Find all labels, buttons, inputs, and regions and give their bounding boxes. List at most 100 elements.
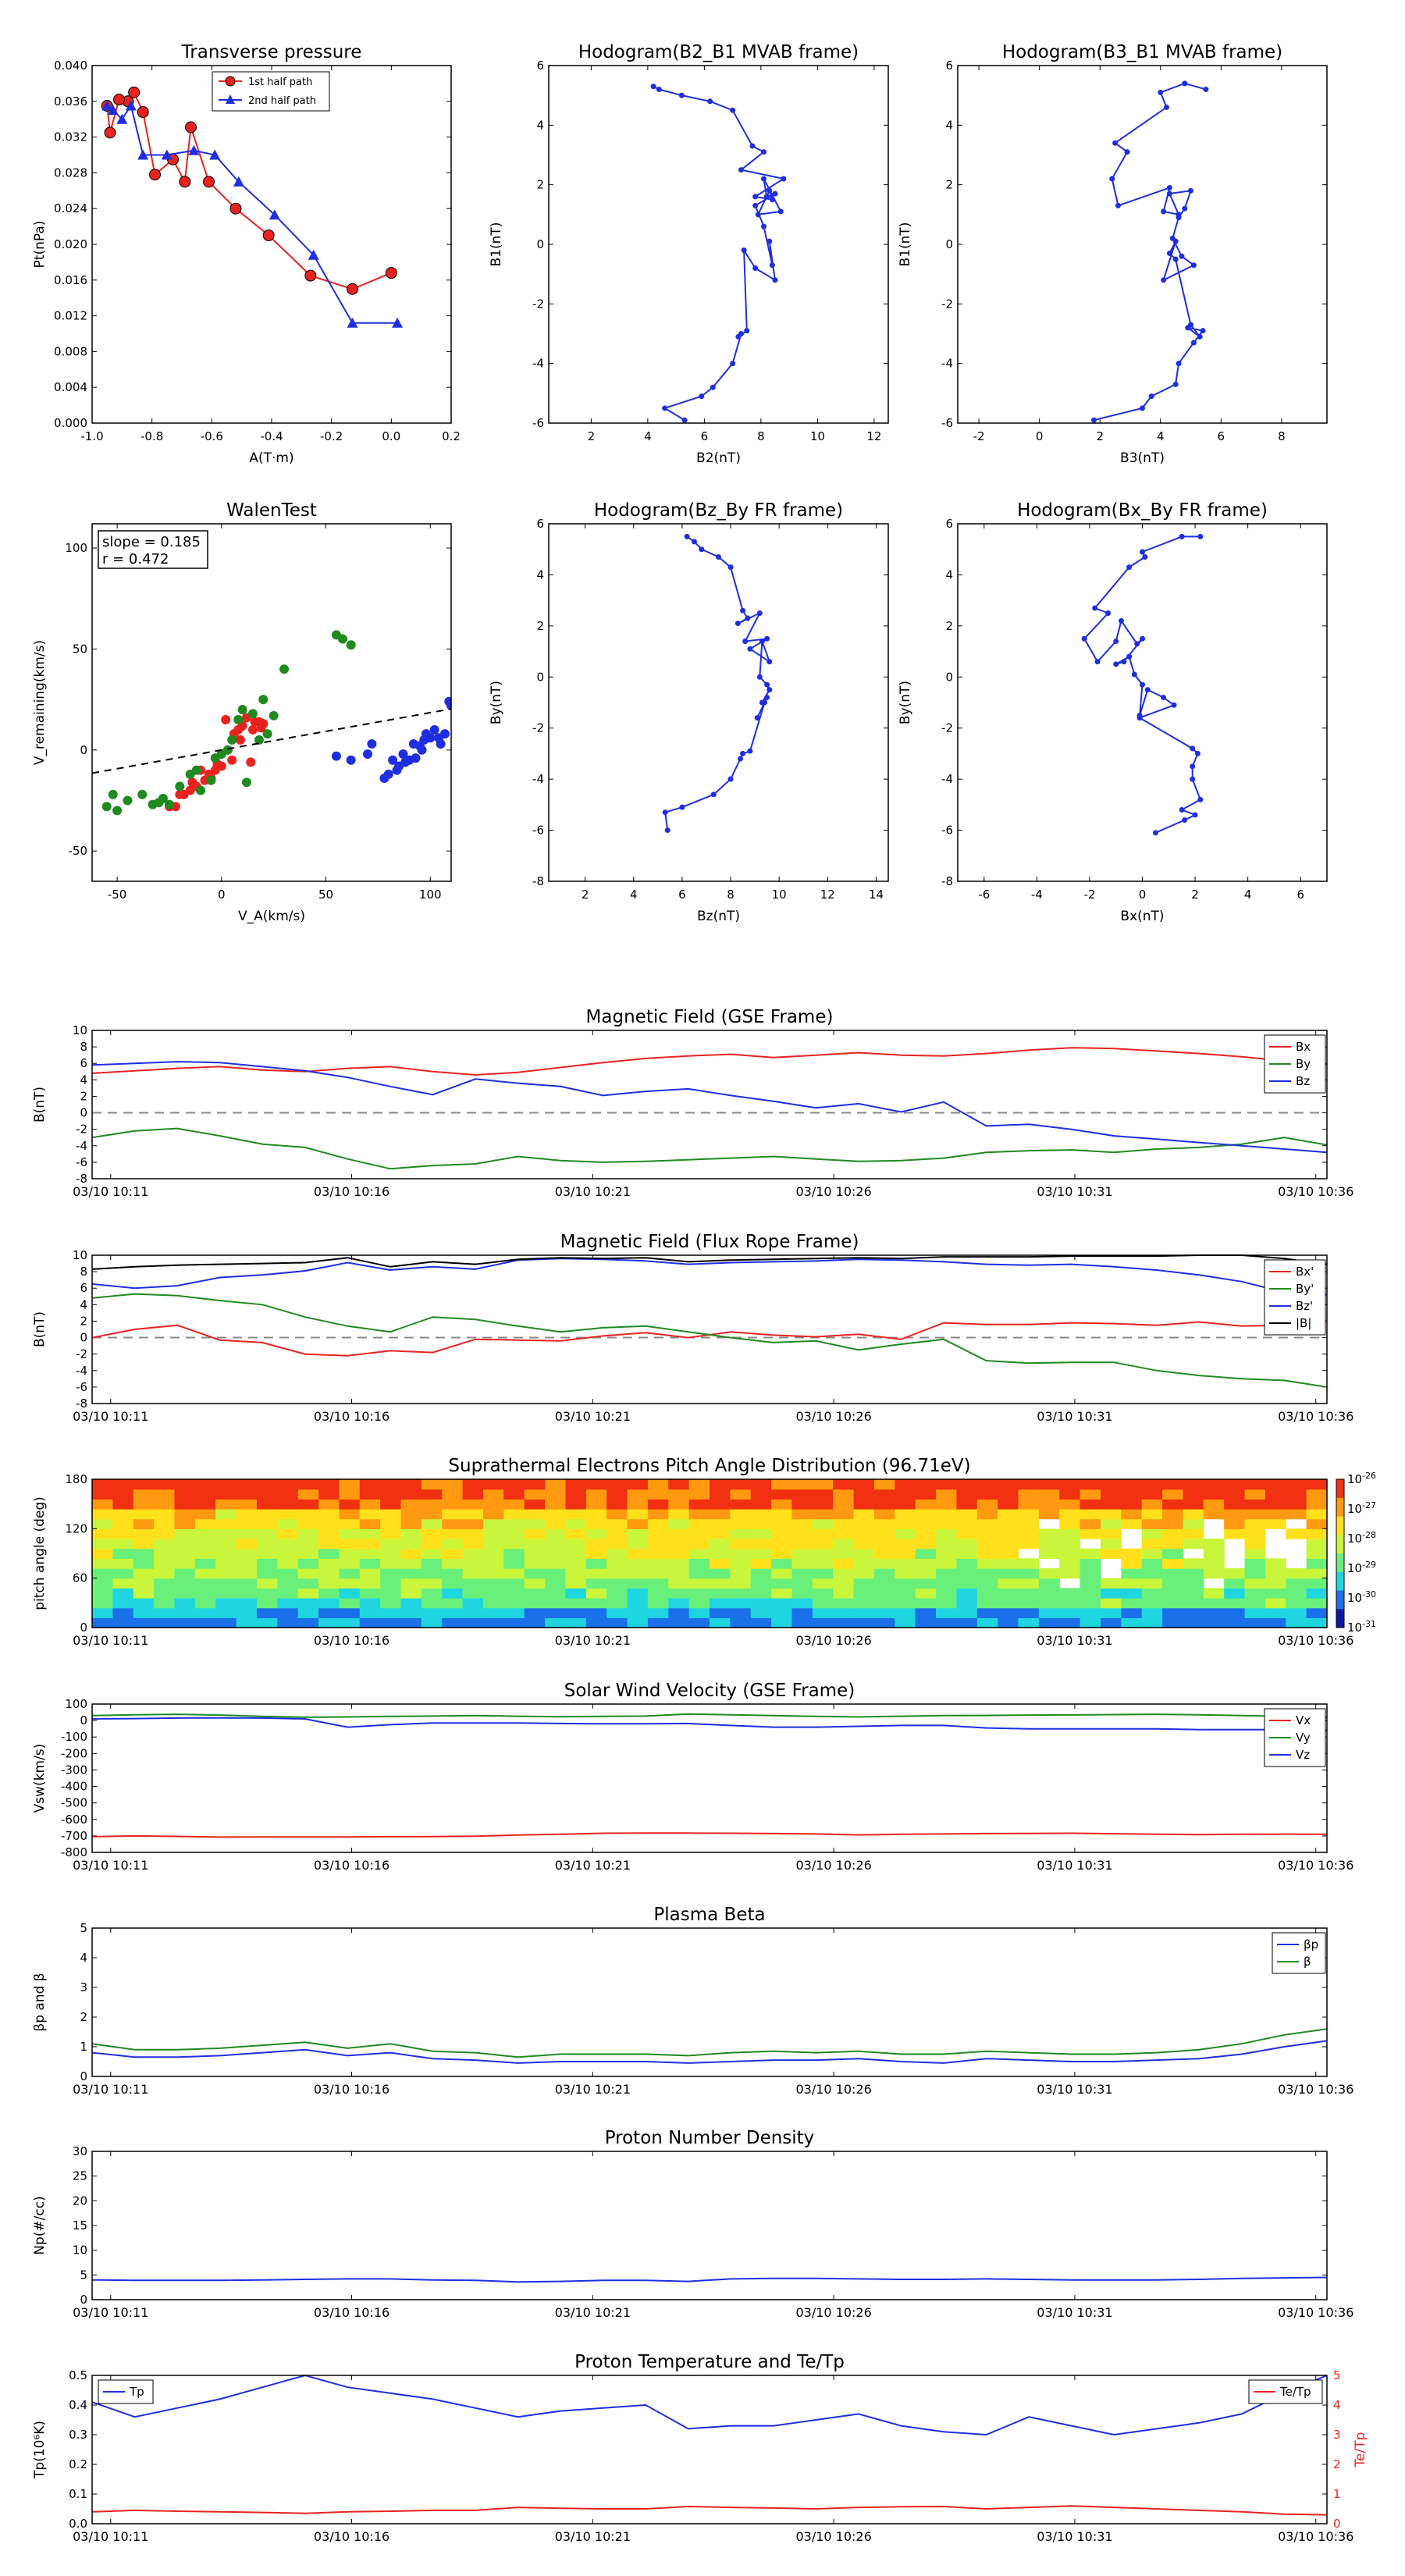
y-tick-label: -400 [61,1780,87,1794]
hodogram-point [737,756,743,762]
heatmap-cell [976,1489,998,1500]
heatmap-cell [236,1578,258,1589]
heatmap-cell [936,1479,957,1490]
heatmap-cell [236,1568,258,1579]
heatmap-cell [1121,1548,1143,1559]
colorbar-exponent: -29 [1362,1560,1376,1570]
heatmap-cell [1121,1607,1143,1618]
heatmap-cell [936,1588,957,1599]
heatmap-cell [503,1588,525,1599]
colorbar-tick-label: 10-26 [1347,1471,1376,1486]
heatmap-cell [174,1617,196,1628]
heatmap-cell [1141,1479,1163,1490]
walen-point [237,705,247,715]
heatmap-cell [1306,1617,1328,1628]
heatmap-cell [750,1479,772,1490]
hodogram-point [1144,687,1151,693]
heatmap-cell [1306,1558,1328,1569]
heatmap-cell [1100,1479,1122,1490]
y-tick-label: 0 [536,237,544,251]
heatmap-cell [339,1509,361,1520]
y-tick-label: 0.1 [69,2487,87,2501]
hodogram-point [747,748,753,754]
walen-point [425,733,436,743]
hodogram-point [1182,205,1188,212]
heatmap-cell [1059,1548,1081,1559]
heatmap-cell [606,1539,628,1550]
heatmap-cell [194,1548,216,1559]
heatmap-cell [710,1479,731,1490]
hodogram-point [1190,340,1197,346]
hodogram-point [1112,140,1119,146]
heatmap-cell [853,1617,875,1628]
heatmap-cell [1244,1518,1266,1529]
heatmap-cell [1059,1499,1081,1510]
heatmap-cell [277,1598,299,1609]
heatmap-cell [812,1568,834,1579]
heatmap-cell [1038,1607,1060,1618]
heatmap-cell [1080,1568,1101,1579]
y-tick-label: 4 [80,1073,87,1087]
time-tick-label: 03/10 10:36 [1278,1184,1353,1199]
time-tick-label: 03/10 10:16 [314,1858,389,1873]
heatmap-cell [380,1617,402,1628]
y-tick-label: -4 [941,357,953,371]
heatmap-cell [1286,1509,1307,1520]
heatmap-cell [174,1479,196,1490]
heatmap-cell [1018,1558,1040,1569]
heatmap-cell [545,1489,567,1500]
heatmap-cell [112,1607,134,1618]
heatmap-cell [215,1558,237,1569]
heatmap-cell [1162,1607,1184,1618]
hodogram-point [716,554,721,560]
heatmap-cell [1141,1617,1163,1628]
heatmap-cell [668,1539,690,1550]
heatmap-cell [585,1548,607,1559]
time-tick-label: 03/10 10:11 [73,2305,148,2320]
heatmap-cell [524,1479,546,1490]
heatmap-cell [1306,1568,1328,1579]
heatmap-cells [92,1479,1328,1628]
hodogram-point [1161,208,1167,215]
panel-3: WalenTest V_A(km/s) V_remaining(km/s) -50 0 5… [32,500,452,924]
series-By' [91,1293,1328,1388]
heatmap-cell [730,1607,752,1618]
heatmap-cell [194,1588,216,1599]
heatmap-cell [976,1539,998,1550]
time-tick-label: 03/10 10:21 [555,1633,631,1648]
hodogram-point [1136,715,1143,721]
hodogram-point [1164,104,1170,110]
hodogram-point [1203,87,1209,93]
hodogram-point [769,197,775,203]
heatmap-cell [482,1489,504,1500]
x-tick-label: -0.2 [320,429,343,443]
hodogram-point [1152,830,1158,836]
time-tick-label: 03/10 10:21 [555,2305,631,2320]
heatmap-cell [482,1528,504,1539]
hodogram-point [710,384,716,390]
y-tick-label: -2 [941,721,953,735]
heatmap-cell [194,1509,216,1520]
heatmap-cell [873,1539,895,1550]
time-panel-ylabel: βp and β [32,1973,48,2031]
walen-point [227,755,237,765]
heatmap-cell [956,1588,978,1599]
heatmap-cell [133,1518,155,1529]
hodogram-point [650,84,656,90]
y-tick-label: 0 [80,2293,87,2307]
heatmap-cell [92,1509,113,1520]
heatmap-cell [853,1578,875,1589]
y-tick-label: 0.020 [54,237,87,251]
hodogram-point [1179,533,1185,539]
heatmap-cell [585,1588,607,1599]
heatmap-cell [277,1558,299,1569]
heatmap-cell [482,1499,504,1510]
heatmap-cell [1038,1539,1060,1550]
heatmap-cell [710,1499,731,1510]
heatmap-cell [668,1607,690,1618]
heatmap-cell [1306,1607,1328,1618]
hodogram-point [1190,776,1196,782]
heatmap-cell [339,1548,361,1559]
time-tick-label: 03/10 10:16 [314,2082,389,2097]
heatmap-cell [606,1528,628,1539]
